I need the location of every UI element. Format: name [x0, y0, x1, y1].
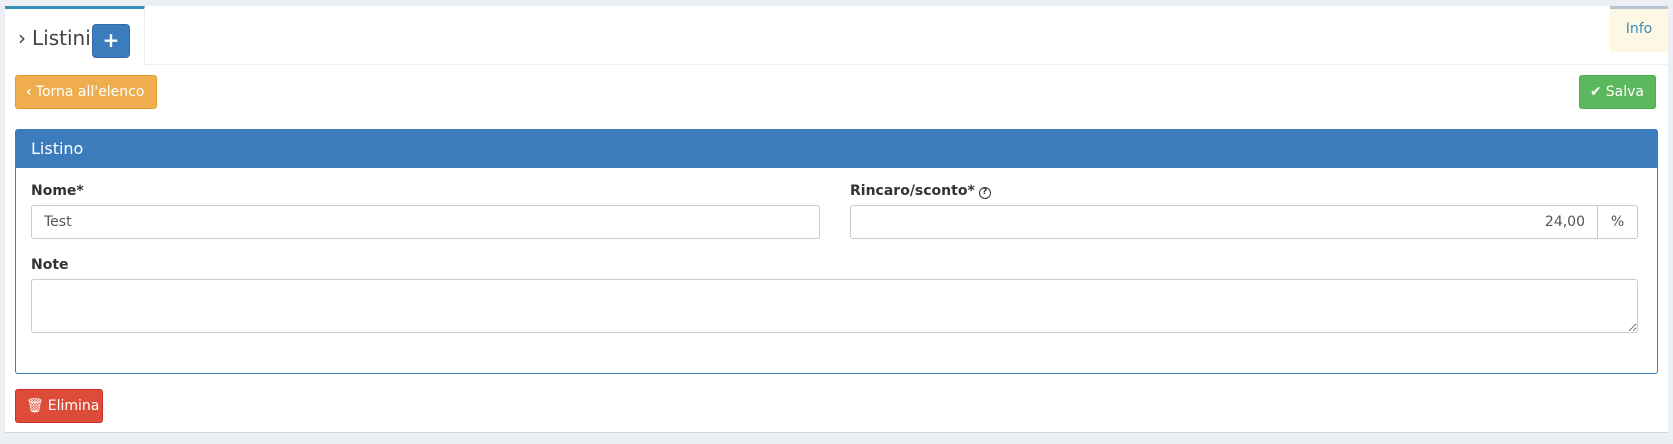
percent-addon: % [1598, 205, 1638, 239]
note-textarea[interactable] [31, 279, 1638, 333]
panel-title: Listino [16, 130, 1657, 168]
trash-icon: 🗑 [26, 398, 44, 414]
check-icon: ✔ [1590, 84, 1602, 100]
note-label: Note [31, 257, 69, 273]
chevron-left-icon: ‹ [26, 84, 32, 100]
page-title: Listini [32, 26, 91, 50]
add-listino-button[interactable]: + [92, 24, 130, 58]
rincaro-input[interactable] [850, 205, 1598, 239]
save-label: Salva [1605, 84, 1644, 100]
rincaro-label: Rincaro/sconto* [850, 183, 975, 199]
delete-label: Elimina [47, 398, 100, 414]
chevron-right-icon: › [18, 26, 26, 50]
save-button[interactable]: ✔ Salva [1579, 75, 1656, 109]
rincaro-label-wrap: Rincaro/sconto*? [850, 182, 991, 200]
tab-info[interactable]: Info [1610, 6, 1668, 52]
content-wrapper: › Listini + Info ‹ Torna all'elenco ✔ Salv… [5, 6, 1668, 433]
nome-label: Nome* [31, 183, 84, 199]
tab-listini[interactable]: › Listini + [5, 6, 145, 66]
tab-bar: › Listini + Info [5, 6, 1668, 66]
back-to-list-button[interactable]: ‹ Torna all'elenco [15, 75, 157, 109]
question-circle-icon[interactable]: ? [978, 187, 991, 199]
delete-button[interactable]: 🗑 Elimina [15, 389, 103, 423]
back-to-list-label: Torna all'elenco [35, 84, 145, 100]
nome-input[interactable] [31, 205, 820, 239]
listino-panel: Listino Nome* Rincaro/sconto*? % Note [15, 129, 1658, 374]
